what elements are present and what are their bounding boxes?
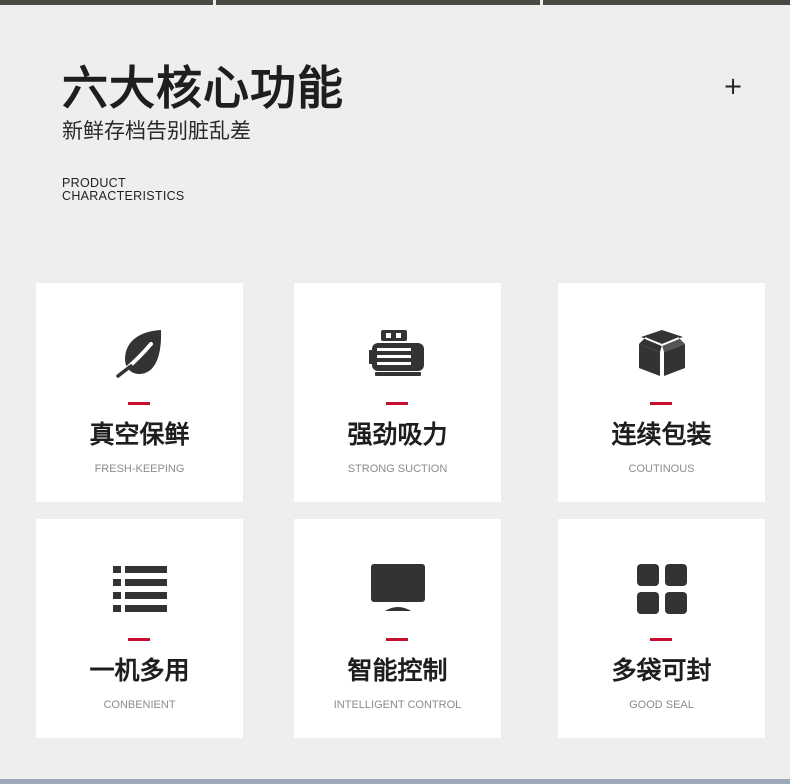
feature-card-fresh-keeping: 真空保鲜 FRESH-KEEPING [36,283,243,502]
page-title: 六大核心功能 [62,61,344,115]
box-icon [558,327,765,379]
feature-title: 智能控制 [347,656,448,685]
accent-bar [650,638,672,641]
feature-title: 连续包装 [611,420,712,449]
feature-title: 真空保鲜 [89,420,190,449]
feature-subtitle: CONBENIENT [103,699,176,711]
page-subtitle: 新鲜存档告别脏乱差 [62,119,251,143]
feature-title: 一机多用 [89,656,190,685]
feature-card-continuous: 连续包装 COUTINOUS [558,283,765,502]
list-icon [36,563,243,615]
feature-card-good-seal: 多袋可封 GOOD SEAL [558,519,765,738]
accent-bar [650,402,672,405]
feature-subtitle: INTELLIGENT CONTROL [333,699,462,711]
accent-bar [386,638,408,641]
bottom-strip [0,779,790,784]
section-english-label: PRODUCT CHARACTERISTICS [62,177,185,203]
top-photo-strip [0,0,790,5]
feature-title: 多袋可封 [611,656,712,685]
feature-subtitle: STRONG SUCTION [347,463,448,475]
monitor-icon [294,563,501,615]
accent-bar [128,638,150,641]
accent-bar [128,402,150,405]
feature-card-intelligent-control: 智能控制 INTELLIGENT CONTROL [294,519,501,738]
feature-card-strong-suction: 强劲吸力 STRONG SUCTION [294,283,501,502]
feature-card-convenient: 一机多用 CONBENIENT [36,519,243,738]
english-label-line-2: CHARACTERISTICS [62,189,185,203]
feature-subtitle: GOOD SEAL [629,699,694,711]
feature-subtitle: COUTINOUS [628,463,695,475]
leaf-icon [36,327,243,379]
motor-icon [294,327,501,379]
grid-icon [558,563,765,615]
accent-bar [386,402,408,405]
feature-title: 强劲吸力 [347,420,448,449]
feature-subtitle: FRESH-KEEPING [94,463,185,475]
expand-plus-icon[interactable]: + [722,72,744,100]
